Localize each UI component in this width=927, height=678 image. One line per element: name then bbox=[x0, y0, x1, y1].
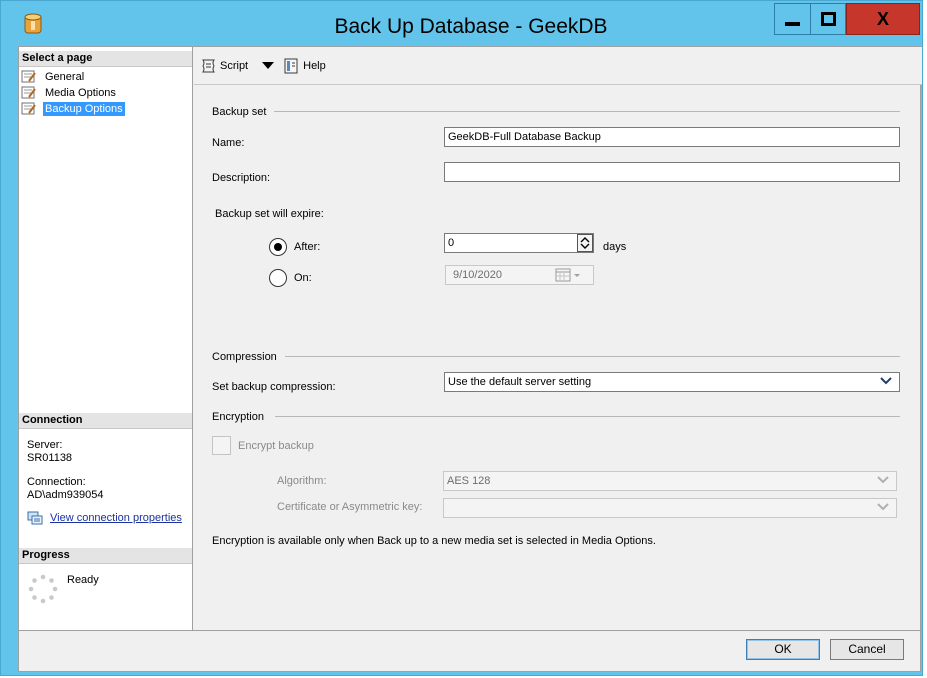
on-radio[interactable]: On: bbox=[269, 269, 312, 287]
footer-divider bbox=[19, 630, 922, 631]
left-pane: Select a page General Media Options Back… bbox=[19, 47, 193, 630]
compression-selected-value: Use the default server setting bbox=[448, 376, 592, 388]
connection-properties-icon bbox=[27, 511, 43, 525]
chevron-down-icon bbox=[877, 503, 889, 511]
close-icon: X bbox=[876, 8, 889, 29]
checkbox-box bbox=[212, 436, 231, 455]
expire-label: Backup set will expire: bbox=[215, 208, 324, 220]
script-button[interactable]: Script bbox=[200, 58, 248, 74]
name-input[interactable]: GeekDB-Full Database Backup bbox=[444, 127, 900, 147]
connection-header: Connection bbox=[19, 413, 192, 429]
backup-set-group-title: Backup set bbox=[212, 106, 267, 118]
page-item-label: Backup Options bbox=[43, 101, 125, 116]
encrypt-backup-checkbox[interactable]: Encrypt backup bbox=[212, 436, 314, 455]
progress-spinner-icon bbox=[28, 574, 58, 604]
encryption-note: Encryption is available only when Back u… bbox=[212, 535, 656, 547]
close-button[interactable]: X bbox=[846, 3, 920, 35]
description-label: Description: bbox=[212, 172, 271, 184]
compression-divider bbox=[285, 356, 900, 357]
script-icon bbox=[202, 59, 215, 72]
minimize-icon bbox=[785, 22, 800, 26]
certificate-select[interactable] bbox=[443, 498, 897, 518]
days-label: days bbox=[603, 241, 627, 253]
select-page-header: Select a page bbox=[19, 51, 192, 67]
calendar-icon[interactable] bbox=[555, 267, 591, 283]
algorithm-selected-value: AES 128 bbox=[447, 475, 491, 487]
connection-value: AD\adm939054 bbox=[27, 489, 104, 501]
script-label: Script bbox=[220, 59, 249, 72]
toolbar: Script Help bbox=[194, 47, 922, 85]
progress-status: Ready bbox=[67, 574, 99, 586]
on-radio-label: On: bbox=[294, 272, 312, 284]
page-wrench-icon bbox=[21, 102, 36, 115]
help-book-icon bbox=[284, 58, 298, 73]
encryption-divider bbox=[275, 416, 900, 417]
view-connection-properties-link[interactable]: View connection properties bbox=[27, 511, 182, 525]
days-spinner[interactable] bbox=[577, 234, 593, 252]
dialog-window: Back Up Database - GeekDB X Select a pag… bbox=[0, 0, 923, 676]
page-item-label: Media Options bbox=[45, 86, 116, 99]
radio-selected-dot bbox=[274, 243, 282, 251]
after-radio-label: After: bbox=[294, 241, 321, 253]
page-item-label: General bbox=[45, 70, 85, 83]
encrypt-backup-label: Encrypt backup bbox=[238, 439, 314, 452]
cancel-button[interactable]: Cancel bbox=[830, 639, 904, 660]
help-label: Help bbox=[303, 59, 326, 72]
ok-button[interactable]: OK bbox=[746, 639, 820, 660]
minimize-button[interactable] bbox=[774, 3, 810, 35]
compression-label: Set backup compression: bbox=[212, 381, 336, 393]
algorithm-label: Algorithm: bbox=[277, 475, 327, 487]
connection-label: Connection: bbox=[27, 476, 86, 488]
certificate-label: Certificate or Asymmetric key: bbox=[277, 501, 423, 513]
radio-circle bbox=[269, 269, 287, 287]
backup-options-panel: Backup set Name: GeekDB-Full Database Ba… bbox=[194, 86, 922, 630]
page-wrench-icon bbox=[21, 86, 36, 99]
chevron-down-icon bbox=[877, 476, 889, 484]
title-bar[interactable]: Back Up Database - GeekDB X bbox=[1, 1, 922, 45]
backup-set-divider bbox=[274, 111, 900, 112]
encryption-group-title: Encryption bbox=[212, 411, 264, 423]
radio-circle bbox=[269, 238, 287, 256]
help-button[interactable]: Help bbox=[283, 58, 326, 74]
chevron-down-icon bbox=[880, 377, 892, 385]
progress-header: Progress bbox=[19, 548, 192, 564]
dialog-client-area: Select a page General Media Options Back… bbox=[18, 46, 922, 672]
description-input[interactable] bbox=[444, 162, 900, 182]
page-item-media-options[interactable]: Media Options bbox=[21, 85, 118, 100]
algorithm-select[interactable]: AES 128 bbox=[443, 471, 897, 491]
compression-select[interactable]: Use the default server setting bbox=[444, 372, 900, 392]
name-label: Name: bbox=[212, 137, 245, 149]
maximize-button[interactable] bbox=[810, 3, 846, 35]
up-down-arrows-icon bbox=[580, 237, 590, 249]
maximize-icon bbox=[820, 12, 836, 26]
after-radio[interactable]: After: bbox=[269, 238, 320, 256]
after-days-input[interactable]: 0 bbox=[444, 233, 594, 253]
server-label: Server: bbox=[27, 439, 63, 451]
server-value: SR01138 bbox=[27, 452, 73, 464]
page-item-backup-options[interactable]: Backup Options bbox=[21, 101, 125, 116]
compression-group-title: Compression bbox=[212, 351, 277, 363]
page-item-general[interactable]: General bbox=[21, 69, 86, 84]
script-dropdown-arrow-icon[interactable] bbox=[262, 62, 275, 69]
page-wrench-icon bbox=[21, 70, 36, 83]
view-connection-properties-label: View connection properties bbox=[50, 512, 182, 524]
